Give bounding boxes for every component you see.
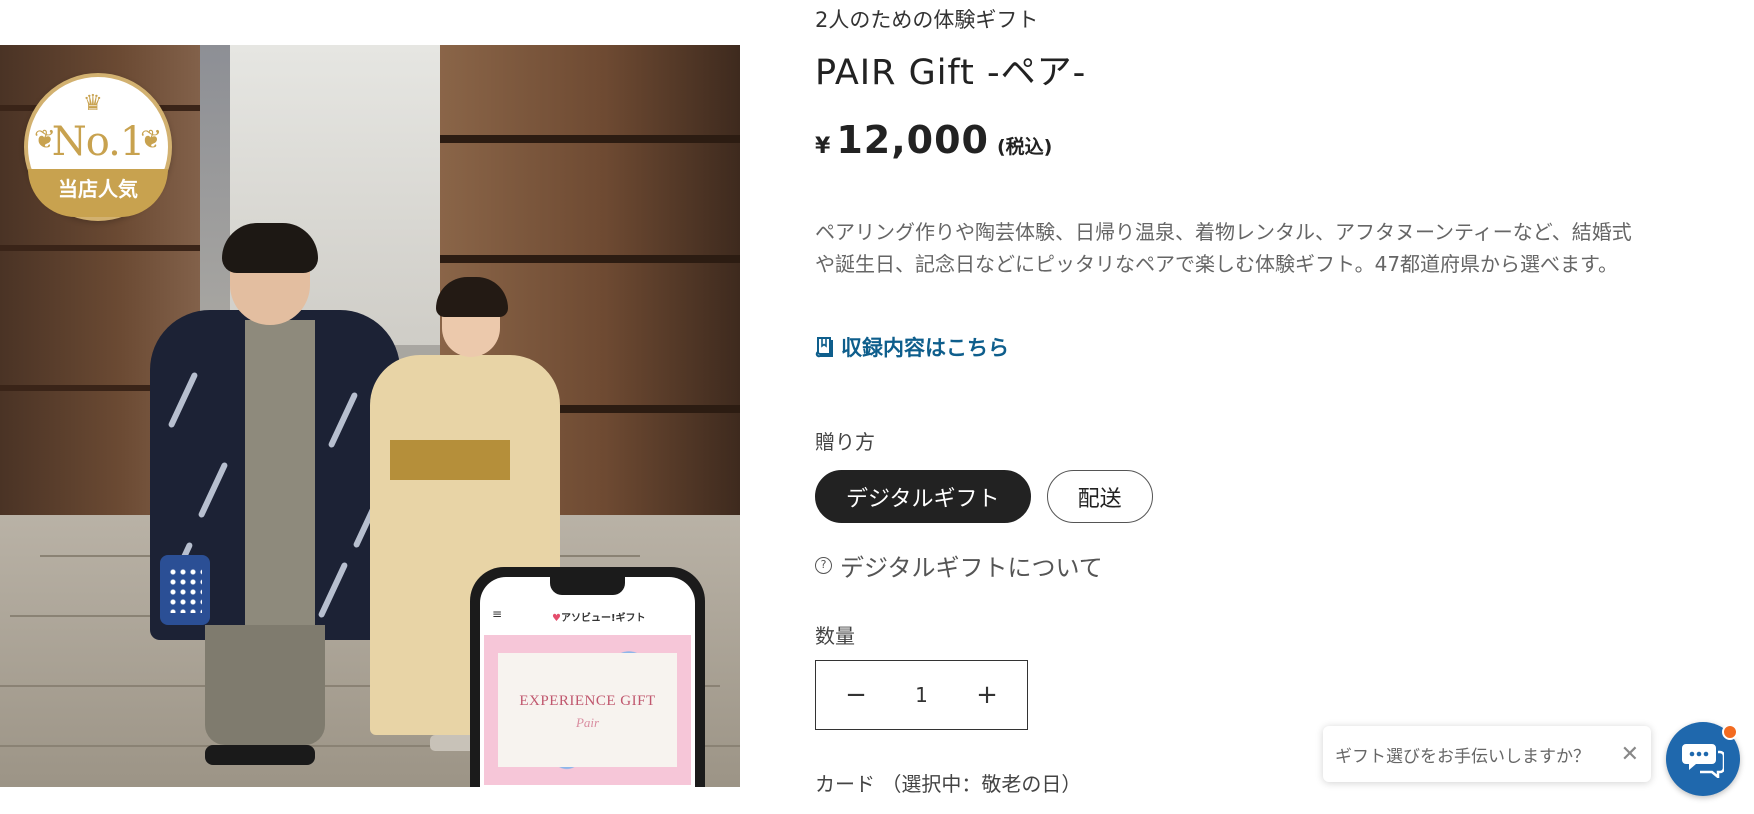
chat-icon xyxy=(1682,744,1724,778)
phone-screen: ≡ ♥アソビュー!ギフト EXPERIENCE GIFT Pair xyxy=(480,577,695,787)
digital-gift-info-label: デジタルギフトについて xyxy=(840,554,1103,582)
gift-card-title: EXPERIENCE GIFT xyxy=(519,693,656,709)
price-tax-note: (税込) xyxy=(996,136,1053,158)
heart-icon: ♥ xyxy=(552,613,561,624)
price-amount: 12,000 xyxy=(836,118,989,162)
delivery-option-shipping[interactable]: 配送 xyxy=(1046,470,1153,523)
product-image[interactable]: ♛ ❦ No.1 ❦ 当店人気 ≡ ♥アソビュー!ギフト EXPERIENCE … xyxy=(0,45,740,787)
laurel-icon: ❦ xyxy=(140,125,162,155)
product-title: PAIR Gift -ペア- xyxy=(815,53,1087,93)
card-selection-label: カード （選択中：敬老の日） xyxy=(815,772,1082,796)
crown-icon: ♛ xyxy=(83,91,103,116)
help-circle-icon: ? xyxy=(815,557,832,574)
price-currency: ¥ xyxy=(815,134,831,159)
gift-card-visual: EXPERIENCE GIFT Pair xyxy=(484,635,691,785)
chat-prompt-bubble[interactable]: ギフト選びをお手伝いしますか？ ✕ xyxy=(1323,726,1651,782)
product-subtitle: 2人のための体験ギフト xyxy=(815,8,1039,32)
close-icon[interactable]: ✕ xyxy=(1621,742,1639,767)
hamburger-icon: ≡ xyxy=(492,607,503,621)
smartphone-mockup: ≡ ♥アソビュー!ギフト EXPERIENCE GIFT Pair xyxy=(470,567,705,787)
quantity-stepper: − 1 + xyxy=(815,660,1028,730)
quantity-label: 数量 xyxy=(815,624,855,648)
increase-quantity-button[interactable]: + xyxy=(975,680,999,710)
phone-app-name: アソビュー!ギフト xyxy=(560,613,646,624)
notification-dot xyxy=(1722,724,1738,740)
delivery-method-options: デジタルギフト 配送 xyxy=(815,470,1153,523)
product-description: ペアリング作りや陶芸体験、日帰り温泉、着物レンタル、アフタヌーンティーなど、結婚… xyxy=(815,220,1632,276)
handbag xyxy=(160,555,210,625)
digital-gift-info-link[interactable]: ? デジタルギフトについて xyxy=(815,548,1103,583)
popularity-badge: ♛ ❦ No.1 ❦ 当店人気 xyxy=(24,73,172,221)
contents-link[interactable]: 収録内容はこちら xyxy=(815,332,1009,362)
price: ¥ 12,000 (税込) xyxy=(815,118,1052,162)
delivery-option-digital-gift[interactable]: デジタルギフト xyxy=(815,470,1031,523)
contents-link-label: 収録内容はこちら xyxy=(841,336,1009,360)
phone-app-logo: ♥アソビュー!ギフト xyxy=(552,609,646,624)
decrease-quantity-button[interactable]: − xyxy=(844,680,868,710)
phone-notch xyxy=(550,577,625,595)
chat-prompt-text: ギフト選びをお手伝いしますか？ xyxy=(1335,746,1590,767)
gift-card-subtitle: Pair xyxy=(575,715,600,730)
man-in-kimono xyxy=(150,223,400,785)
book-icon xyxy=(815,337,833,358)
delivery-method-label: 贈り方 xyxy=(815,430,875,454)
quantity-input[interactable]: 1 xyxy=(915,683,928,707)
